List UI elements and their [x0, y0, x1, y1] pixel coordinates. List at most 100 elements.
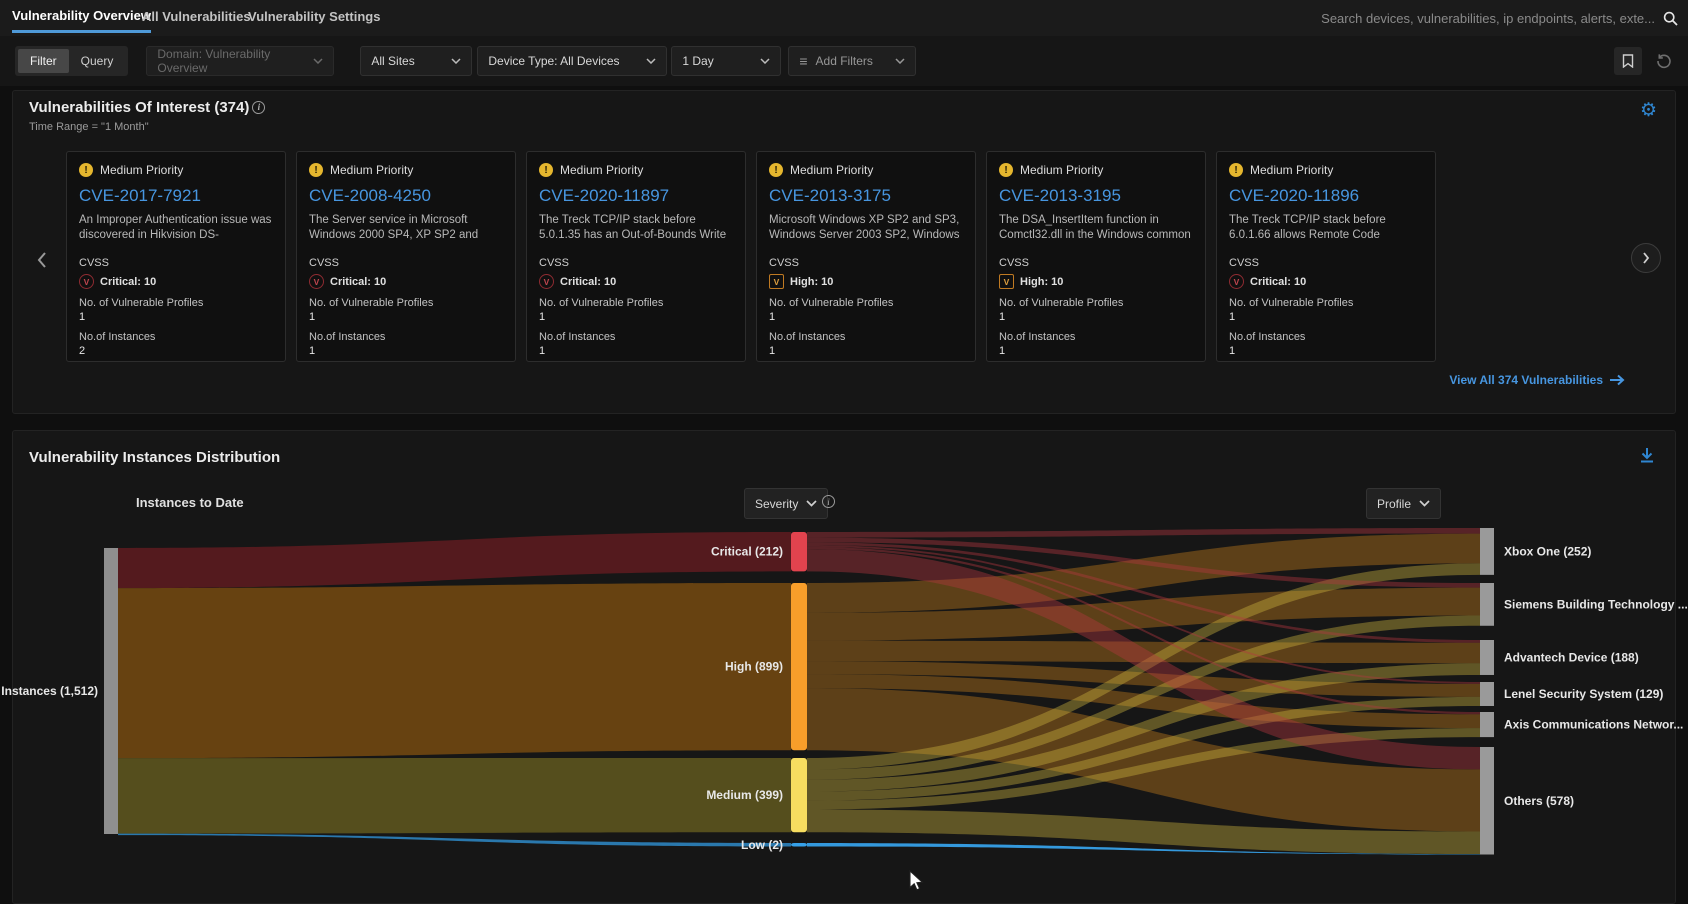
sankey-label-others: Others (578) — [1504, 794, 1574, 808]
search-input[interactable] — [1248, 11, 1655, 26]
cve-link[interactable]: CVE-2013-3195 — [999, 186, 1193, 206]
profile-dropdown[interactable]: Profile — [1366, 488, 1441, 519]
query-button[interactable]: Query — [69, 49, 126, 73]
download-icon[interactable] — [1639, 447, 1655, 468]
cve-link[interactable]: CVE-2008-4250 — [309, 186, 503, 206]
sankey-node-axis-communications-networ-[interactable] — [1480, 712, 1494, 737]
sankey-node-advantech-device[interactable] — [1480, 640, 1494, 675]
voi-time-range-note: Time Range = "1 Month" — [29, 121, 149, 133]
cvss-label: CVSS — [1229, 257, 1423, 269]
vulnerability-card[interactable]: ! Medium Priority CVE-2013-3195 The DSA_… — [986, 151, 1206, 362]
vulnerability-card[interactable]: ! Medium Priority CVE-2020-11897 The Tre… — [526, 151, 746, 362]
severity-dropdown-label: Severity — [755, 497, 798, 511]
sankey-label-siemens-building-technology-: Siemens Building Technology ... — [1504, 597, 1688, 611]
chevron-down-icon — [636, 58, 656, 64]
sankey-flow-instances-low[interactable] — [118, 834, 791, 847]
instances-value: 1 — [1229, 345, 1423, 357]
device-type-dropdown[interactable]: Device Type: All Devices — [477, 46, 667, 76]
profiles-value: 1 — [309, 311, 503, 323]
sankey-label-low: Low (2) — [741, 838, 783, 852]
add-filters-button[interactable]: ≡ Add Filters — [788, 46, 916, 76]
filter-bar: Filter Query Domain: Vulnerability Overv… — [0, 36, 1688, 86]
sankey-node-lenel-security-system[interactable] — [1480, 682, 1494, 706]
view-all-label: View All 374 Vulnerabilities — [1449, 373, 1603, 387]
cve-link[interactable]: CVE-2013-3175 — [769, 186, 963, 206]
severity-value: Critical: 10 — [330, 276, 386, 288]
sankey-label-medium: Medium (399) — [706, 788, 783, 802]
warning-icon: ! — [769, 163, 783, 177]
cve-link[interactable]: CVE-2020-11896 — [1229, 186, 1423, 206]
cve-description: An Improper Authentication issue was dis… — [79, 213, 273, 243]
sankey-label-axis-communications-networ-: Axis Communications Networ... — [1504, 718, 1683, 732]
cve-description: The DSA_InsertItem function in Comctl32.… — [999, 213, 1193, 243]
cve-description: The Server service in Microsoft Windows … — [309, 213, 503, 243]
sankey-node-high[interactable] — [791, 583, 807, 750]
profiles-label: No. of Vulnerable Profiles — [1229, 297, 1423, 309]
sankey-flow-instances-medium[interactable] — [118, 758, 791, 834]
vulnerability-card[interactable]: ! Medium Priority CVE-2020-11896 The Tre… — [1216, 151, 1436, 362]
instances-value: 1 — [539, 345, 733, 357]
info-icon[interactable]: i — [252, 101, 265, 114]
severity-badge-icon: V — [309, 274, 324, 289]
instances-label: No.of Instances — [1229, 331, 1423, 343]
bookmark-icon[interactable] — [1614, 47, 1642, 75]
sankey-label-xbox-one: Xbox One (252) — [1504, 544, 1591, 558]
severity-value: Critical: 10 — [100, 276, 156, 288]
carousel-prev-icon[interactable] — [37, 251, 47, 274]
sankey-node-xbox-one[interactable] — [1480, 528, 1494, 575]
tab-vulnerability-overview[interactable]: Vulnerability Overview — [12, 0, 151, 33]
profiles-value: 1 — [79, 311, 273, 323]
sankey-label-high: High (899) — [725, 660, 783, 674]
domain-dropdown-label: Domain: Vulnerability Overview — [157, 47, 303, 75]
priority-label: Medium Priority — [1250, 163, 1333, 177]
filter-button[interactable]: Filter — [18, 49, 69, 73]
tab-vulnerability-settings[interactable]: Vulnerability Settings — [248, 0, 380, 33]
time-range-dropdown[interactable]: 1 Day — [671, 46, 781, 76]
sankey-node-instances[interactable] — [104, 548, 118, 834]
vulnerability-card[interactable]: ! Medium Priority CVE-2008-4250 The Serv… — [296, 151, 516, 362]
carousel-next-button[interactable] — [1631, 243, 1661, 273]
sankey-flow-instances-critical[interactable] — [118, 532, 791, 588]
gear-icon[interactable]: ⚙ — [1640, 99, 1657, 122]
warning-icon: ! — [79, 163, 93, 177]
instances-label: No.of Instances — [769, 331, 963, 343]
sankey-node-siemens-building-technology-[interactable] — [1480, 583, 1494, 626]
voi-title: Vulnerabilities Of Interest (374)i — [29, 99, 265, 116]
warning-icon: ! — [539, 163, 553, 177]
vulnerability-card[interactable]: ! Medium Priority CVE-2013-3175 Microsof… — [756, 151, 976, 362]
sankey-label-critical: Critical (212) — [711, 545, 783, 559]
sankey-chart[interactable]: Instances (1,512)Critical (212)High (899… — [0, 520, 1688, 890]
cve-description: The Treck TCP/IP stack before 5.0.1.35 h… — [539, 213, 733, 243]
severity-badge-icon: V — [1229, 274, 1244, 289]
top-navigation: Vulnerability Overview All Vulnerabiliti… — [0, 0, 1688, 36]
sankey-label-lenel-security-system: Lenel Security System (129) — [1504, 687, 1663, 701]
search-icon[interactable] — [1663, 11, 1678, 26]
sankey-node-low[interactable] — [791, 843, 807, 847]
sites-dropdown-label: All Sites — [371, 54, 414, 68]
profiles-value: 1 — [769, 311, 963, 323]
vulnerabilities-of-interest-panel: Vulnerabilities Of Interest (374)i Time … — [12, 90, 1676, 414]
filter-query-toggle: Filter Query — [15, 46, 128, 76]
chevron-down-icon — [1419, 500, 1430, 507]
domain-dropdown[interactable]: Domain: Vulnerability Overview — [146, 46, 334, 76]
sankey-flow-instances-high[interactable] — [118, 583, 791, 758]
sankey-node-critical[interactable] — [791, 532, 807, 571]
severity-badge-icon: V — [999, 274, 1014, 289]
severity-badge-icon: V — [79, 274, 94, 289]
cve-link[interactable]: CVE-2017-7921 — [79, 186, 273, 206]
profile-dropdown-label: Profile — [1377, 497, 1411, 511]
instances-label: No.of Instances — [999, 331, 1193, 343]
time-range-dropdown-label: 1 Day — [682, 54, 713, 68]
tab-all-vulnerabilities[interactable]: All Vulnerabilities — [142, 0, 251, 33]
sankey-node-medium[interactable] — [791, 758, 807, 832]
reset-icon[interactable] — [1650, 47, 1678, 75]
cve-link[interactable]: CVE-2020-11897 — [539, 186, 733, 206]
severity-value: High: 10 — [1020, 276, 1063, 288]
view-all-vulnerabilities-link[interactable]: View All 374 Vulnerabilities — [1449, 373, 1625, 387]
severity-dropdown[interactable]: Severity — [744, 488, 828, 519]
profiles-label: No. of Vulnerable Profiles — [79, 297, 273, 309]
sites-dropdown[interactable]: All Sites — [360, 46, 472, 76]
vulnerability-card[interactable]: ! Medium Priority CVE-2017-7921 An Impro… — [66, 151, 286, 362]
info-icon[interactable]: i — [822, 495, 835, 508]
sankey-node-others[interactable] — [1480, 747, 1494, 855]
